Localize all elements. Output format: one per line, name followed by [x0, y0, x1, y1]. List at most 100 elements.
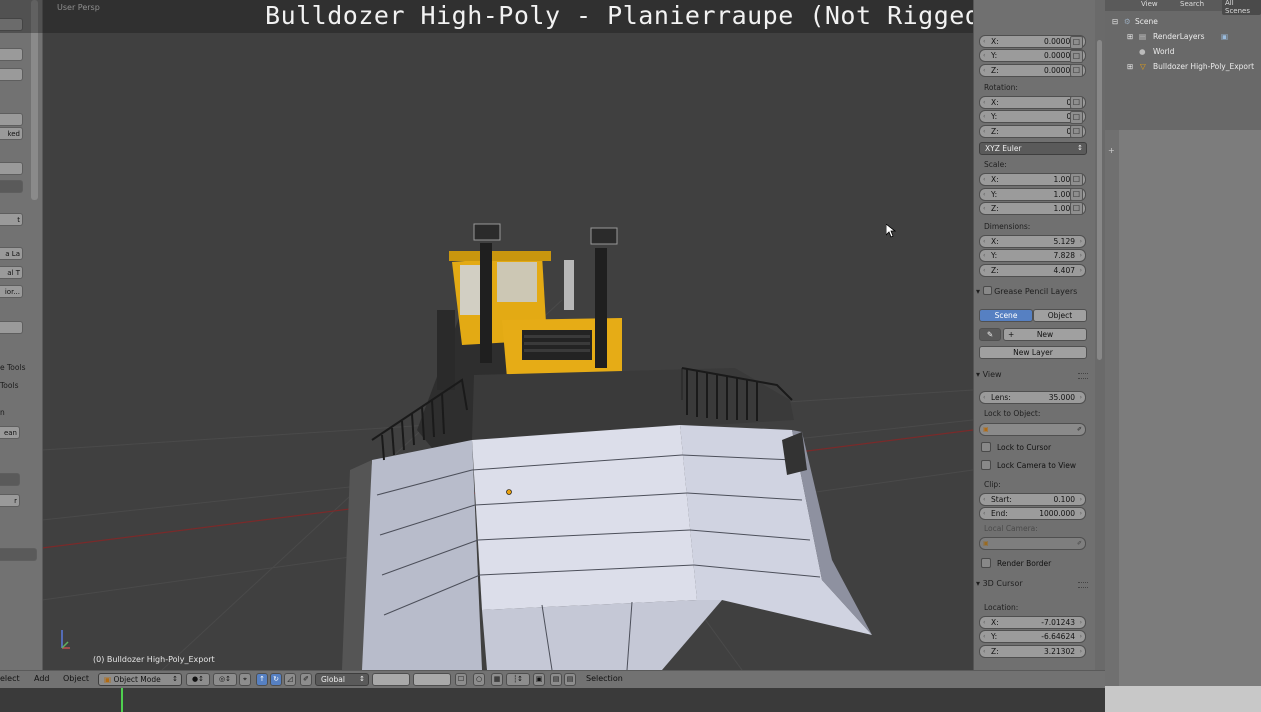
manipulator-rotate[interactable]: ↻ — [270, 673, 282, 686]
lock-icon[interactable]: ☐ — [1070, 202, 1083, 215]
tool-button[interactable] — [0, 321, 23, 334]
lens-field[interactable]: ‹ Lens: 35.000 › — [979, 391, 1086, 404]
plus-icon[interactable]: + — [1108, 146, 1115, 155]
grease-pencil-checkbox[interactable] — [982, 286, 992, 295]
dimensions-x-field[interactable]: ‹ X: 5.129 › — [979, 235, 1086, 248]
tool-button[interactable]: ean — [0, 426, 20, 439]
cursor-x-field[interactable]: ‹ X: -7.01243 › — [979, 616, 1086, 629]
render-icon[interactable]: ▤ — [550, 673, 562, 686]
manipulator-translate[interactable]: ↑ — [256, 673, 268, 686]
new-layer-button[interactable]: New Layer — [979, 346, 1087, 359]
npanel-scrollbar[interactable] — [1095, 0, 1105, 670]
pencil-icon[interactable]: ✎ — [979, 328, 1001, 341]
lock-icon[interactable]: ☐ — [1070, 50, 1083, 63]
outliner-row-scene[interactable]: ⊟ ⚙ Scene — [1105, 15, 1261, 29]
3d-cursor-panel-header[interactable]: ▾ 3D Cursor — [976, 576, 1092, 592]
shading-select[interactable]: ●↕ — [186, 673, 210, 686]
lock-object-field[interactable]: ▣ ✐ — [979, 423, 1086, 436]
collapse-triangle-icon: ▾ — [976, 287, 981, 296]
tab-object[interactable]: Object — [1033, 309, 1087, 322]
render-border-checkbox[interactable] — [981, 558, 991, 568]
dimensions-label: Dimensions: — [984, 222, 1031, 231]
dimensions-y-field[interactable]: ‹ Y: 7.828 › — [979, 249, 1086, 262]
tool-button[interactable]: a La — [0, 247, 23, 260]
local-camera-field[interactable]: ▣ ✐ — [979, 537, 1086, 550]
timeline-playhead[interactable] — [121, 688, 123, 712]
outliner-row-world[interactable]: ● World — [1105, 45, 1261, 59]
layers-group-1[interactable] — [372, 673, 410, 686]
collapse-icon[interactable]: ⊟ — [1112, 15, 1118, 29]
snap-icon[interactable]: ▦ — [491, 673, 503, 686]
pivot-select[interactable]: ◎↕ — [213, 673, 237, 686]
properties-editor — [1105, 130, 1261, 686]
lock-icon[interactable]: ☐ — [1070, 125, 1083, 138]
snap-target-icon[interactable]: ▣ — [533, 673, 545, 686]
tool-dropdown[interactable] — [0, 548, 37, 561]
outliner-display-mode[interactable]: All Scenes — [1222, 0, 1261, 15]
lock-camera-to-view-checkbox[interactable] — [981, 460, 991, 470]
menu-object[interactable]: Object — [63, 674, 89, 683]
timeline[interactable] — [0, 688, 1105, 712]
scene-icon: ⚙ — [1124, 17, 1131, 26]
tool-button[interactable]: r — [0, 494, 20, 507]
cursor-y-field[interactable]: ‹ Y: -6.64624 › — [979, 630, 1086, 643]
tool-tab-label[interactable]: Tools — [0, 381, 18, 390]
cube-icon: ▣ — [104, 675, 112, 684]
outliner-search-menu[interactable]: Search — [1180, 0, 1204, 8]
tool-button[interactable]: ior... — [0, 285, 23, 298]
tool-button[interactable]: t — [0, 213, 23, 226]
manipulator-toggle[interactable]: ⌖ — [239, 673, 251, 686]
dimensions-z-field[interactable]: ‹ Z: 4.407 › — [979, 264, 1086, 277]
tool-dropdown[interactable] — [0, 180, 23, 193]
new-grease-pencil-button[interactable]: + New — [1003, 328, 1087, 341]
plus-icon: + — [1008, 330, 1015, 339]
chevron-updown-icon: ↕ — [1077, 144, 1083, 152]
proportional-edit-icon[interactable]: ○ — [473, 673, 485, 686]
viewport-scene — [42, 223, 973, 670]
lock-icon[interactable]: ☐ — [1070, 188, 1083, 201]
outliner-row-renderlayers[interactable]: ⊞ ▤ RenderLayers ▣ — [1105, 30, 1261, 44]
lock-icon[interactable]: ☐ — [1070, 64, 1083, 77]
mode-select[interactable]: ▣ Object Mode ↕ — [98, 673, 182, 686]
lock-icon[interactable]: ☐ — [1070, 173, 1083, 186]
pen-icon[interactable]: ✐ — [300, 673, 312, 686]
bulldozer-model[interactable] — [342, 223, 872, 670]
layers-group-2[interactable] — [413, 673, 451, 686]
tool-button[interactable] — [0, 162, 23, 175]
tool-button[interactable] — [0, 68, 23, 81]
cursor-z-field[interactable]: ‹ Z: 3.21302 › — [979, 645, 1086, 658]
clip-start-field[interactable]: ‹ Start: 0.100 › — [979, 493, 1086, 506]
menu-add[interactable]: Add — [34, 674, 50, 683]
expand-icon[interactable]: ⊞ — [1127, 60, 1133, 74]
menu-select[interactable]: elect — [0, 674, 20, 683]
tool-button[interactable]: ked — [0, 127, 23, 140]
tool-label: n — [0, 408, 5, 417]
grease-pencil-panel-header[interactable]: ▾ Grease Pencil Layers — [976, 284, 1092, 300]
manipulator-scale[interactable]: ◿ — [284, 673, 296, 686]
view-panel-header[interactable]: ▾ View — [976, 367, 1092, 383]
tab-scene[interactable]: Scene — [979, 309, 1033, 322]
tool-button[interactable]: al T — [0, 266, 23, 279]
3d-viewport[interactable] — [42, 0, 973, 670]
outliner-view-menu[interactable]: View — [1141, 0, 1158, 8]
mouse-pointer-icon — [886, 224, 896, 238]
lock-to-object-label: Lock to Object: — [984, 409, 1041, 418]
lock-layer-icon[interactable]: ☐ — [455, 673, 467, 686]
lock-icon[interactable]: ☐ — [1070, 36, 1083, 49]
eyedropper-icon[interactable]: ✐ — [1077, 538, 1082, 550]
tool-tab-label[interactable]: e Tools — [0, 363, 25, 372]
lock-icon[interactable]: ☐ — [1070, 111, 1083, 124]
expand-icon[interactable]: ⊞ — [1127, 30, 1133, 44]
rotation-mode-select[interactable]: XYZ Euler ↕ — [979, 142, 1087, 155]
tool-dropdown[interactable] — [0, 473, 20, 486]
render-anim-icon[interactable]: ▤ — [564, 673, 576, 686]
clip-end-field[interactable]: ‹ End: 1000.000 › — [979, 507, 1086, 520]
tool-button[interactable] — [0, 113, 23, 126]
tool-button[interactable] — [0, 48, 23, 61]
outliner-row-bulldozer[interactable]: ⊞ ▽ Bulldozer High-Poly_Export — [1105, 60, 1261, 74]
eyedropper-icon[interactable]: ✐ — [1077, 424, 1082, 436]
snap-element-select[interactable]: ┆↕ — [506, 673, 530, 686]
transform-orientation-select[interactable]: Global ↕ — [315, 673, 369, 686]
lock-icon[interactable]: ☐ — [1070, 96, 1083, 109]
lock-to-cursor-checkbox[interactable] — [981, 442, 991, 452]
